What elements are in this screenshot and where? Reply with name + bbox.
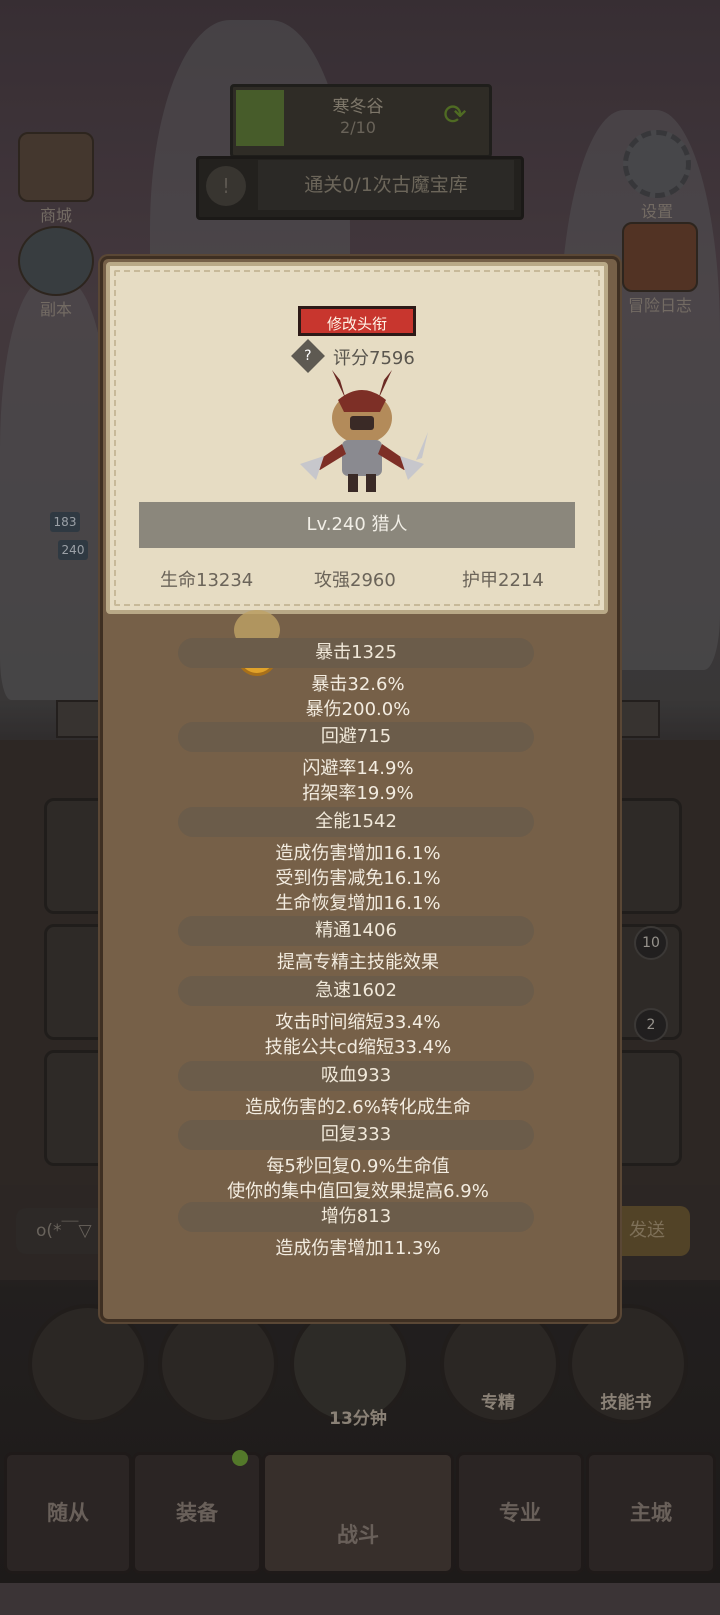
stat-header-damage-increase: 增伤813 [178, 1202, 534, 1232]
armor-stat: 护甲2214 [462, 570, 544, 591]
hp-stat: 生命13234 [160, 570, 254, 591]
hunter-character-icon [300, 370, 428, 492]
stat-detail: 造成伤害增加11.3% [275, 1238, 441, 1259]
stat-detail: 造成伤害增加16.1% [275, 843, 441, 864]
stat-header-leech: 吸血933 [178, 1061, 534, 1091]
stat-detail: 提高专精主技能效果 [277, 952, 439, 973]
stat-header-versatility: 全能1542 [178, 807, 534, 837]
stat-detail: 招架率19.9% [302, 783, 414, 804]
edit-title-button[interactable]: 修改头衔 [298, 306, 416, 336]
stat-header-regen: 回复333 [178, 1120, 534, 1150]
stat-header-mastery: 精通1406 [178, 916, 534, 946]
stat-header-avoidance: 回避715 [178, 722, 534, 752]
stat-detail: 使你的集中值回复效果提高6.9% [227, 1181, 489, 1202]
stat-header-haste: 急速1602 [178, 976, 534, 1006]
stat-detail: 技能公共cd缩短33.4% [264, 1037, 452, 1058]
stat-detail: 暴击32.6% [311, 674, 405, 695]
stat-detail: 暴伤200.0% [305, 699, 411, 720]
level-class-bar: Lv.240 猎人 [139, 502, 575, 548]
stat-detail: 受到伤害减免16.1% [275, 868, 441, 889]
stat-detail: 每5秒回复0.9%生命值 [266, 1156, 450, 1177]
stat-detail: 造成伤害的2.6%转化成生命 [245, 1097, 471, 1118]
attack-stat: 攻强2960 [314, 570, 396, 591]
stat-detail: 攻击时间缩短33.4% [275, 1012, 441, 1033]
stat-header-crit: 暴击1325 [178, 638, 534, 668]
stat-detail: 闪避率14.9% [302, 758, 414, 779]
stat-detail: 生命恢复增加16.1% [275, 893, 441, 914]
